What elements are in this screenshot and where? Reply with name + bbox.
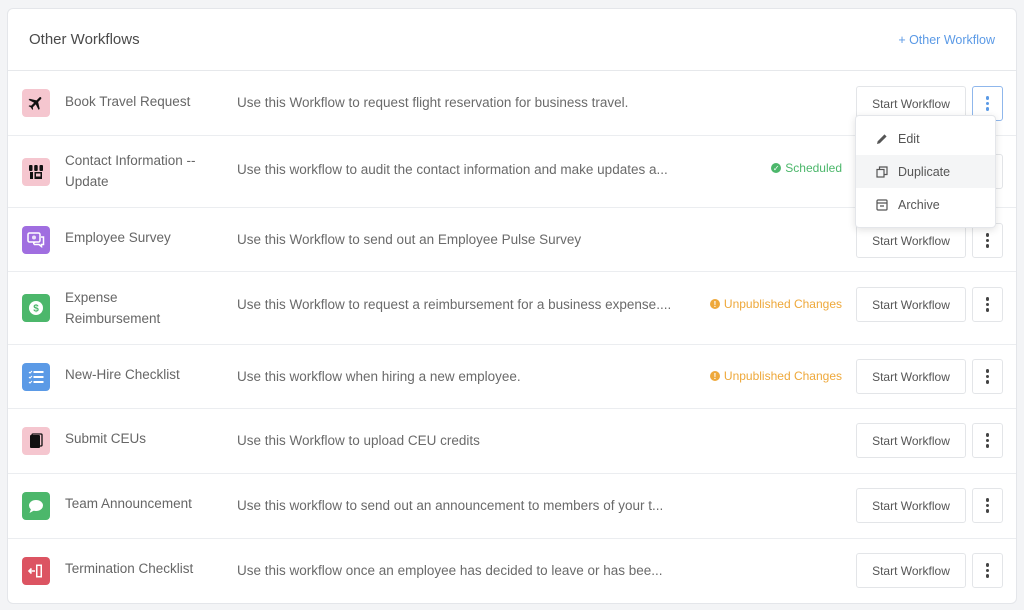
alert-circle-icon: !	[709, 371, 720, 381]
more-options-button[interactable]	[972, 287, 1003, 322]
more-dot-icon	[985, 574, 990, 578]
workflow-row: Termination Checklist Use this workflow …	[8, 539, 1016, 603]
page-title: Other Workflows	[29, 31, 140, 48]
dollar-icon: $	[22, 294, 50, 322]
workflow-name[interactable]: Submit CEUs	[65, 428, 215, 449]
workflow-description: Use this Workflow to upload CEU credits	[237, 433, 480, 448]
workflow-name[interactable]: Book Travel Request	[65, 91, 215, 112]
more-options-button[interactable]	[972, 553, 1003, 588]
more-dot-icon	[985, 498, 990, 502]
workflow-name[interactable]: Expense Reimbursement	[65, 287, 215, 329]
start-workflow-button[interactable]: Start Workflow	[856, 423, 966, 458]
more-dot-icon	[985, 509, 990, 513]
workflow-row: New-Hire Checklist Use this workflow whe…	[8, 345, 1016, 409]
more-dot-icon	[985, 444, 990, 448]
svg-text:$: $	[33, 304, 39, 315]
more-dot-icon	[985, 308, 990, 312]
workflow-name[interactable]: Employee Survey	[65, 227, 215, 248]
menu-item-label: Duplicate	[898, 164, 951, 179]
book-icon	[22, 427, 50, 455]
more-options-button[interactable]	[972, 359, 1003, 394]
more-dot-icon	[985, 563, 990, 567]
workflow-description: Use this workflow once an employee has d…	[237, 563, 663, 578]
exit-door-icon	[22, 557, 50, 585]
airplane-icon	[22, 89, 50, 117]
more-dot-icon	[985, 238, 990, 243]
workflow-name[interactable]: Team Announcement	[65, 493, 215, 514]
workflow-description: Use this Workflow to request flight rese…	[237, 95, 629, 110]
more-options-button[interactable]	[972, 488, 1003, 523]
more-dot-icon	[985, 369, 990, 373]
menu-item-edit[interactable]: Edit	[856, 122, 995, 155]
start-workflow-button[interactable]: Start Workflow	[856, 287, 966, 322]
more-dot-icon	[985, 433, 990, 437]
checklist-icon	[22, 363, 50, 391]
more-dot-icon	[985, 438, 990, 443]
more-dot-icon	[985, 503, 990, 508]
menu-item-archive[interactable]: Archive	[856, 188, 995, 221]
status-label: Scheduled	[785, 161, 842, 175]
menu-item-label: Edit	[898, 131, 920, 146]
alert-circle-icon: !	[709, 299, 720, 309]
status-label: Unpublished Changes	[723, 369, 842, 383]
more-dot-icon	[985, 380, 990, 384]
status-badge: ! Unpublished Changes	[709, 297, 842, 311]
workflow-description: Use this Workflow to send out an Employe…	[237, 232, 582, 247]
menu-item-label: Archive	[898, 197, 940, 212]
more-dot-icon	[985, 233, 990, 237]
more-dot-icon	[985, 568, 990, 573]
chat-bubbles-icon	[22, 226, 50, 254]
start-workflow-button[interactable]: Start Workflow	[856, 553, 966, 588]
pencil-icon	[876, 133, 888, 145]
status-badge: ✓ Scheduled	[771, 161, 842, 175]
workflow-row: Submit CEUs Use this Workflow to upload …	[8, 409, 1016, 474]
workflow-name[interactable]: Termination Checklist	[65, 558, 215, 579]
workflow-row: $ Expense Reimbursement Use this Workflo…	[8, 272, 1016, 345]
status-badge: ! Unpublished Changes	[709, 369, 842, 383]
menu-item-duplicate[interactable]: Duplicate	[856, 155, 995, 188]
more-dot-icon	[985, 302, 990, 307]
more-options-button[interactable]	[972, 223, 1003, 258]
duplicate-icon	[876, 165, 888, 178]
workflow-name[interactable]: Contact Information -- Update	[65, 150, 215, 192]
card-header: Other Workflows + Other Workflow	[8, 9, 1016, 71]
workflow-row: Team Announcement Use this workflow to s…	[8, 474, 1016, 539]
more-options-menu: Edit Duplicate Archive	[855, 115, 996, 228]
check-circle-icon: ✓	[771, 163, 782, 173]
speech-bubble-icon	[22, 492, 50, 520]
start-workflow-button[interactable]: Start Workflow	[856, 488, 966, 523]
start-workflow-button[interactable]: Start Workflow	[856, 359, 966, 394]
status-label: Unpublished Changes	[723, 297, 842, 311]
workflow-name[interactable]: New-Hire Checklist	[65, 364, 215, 385]
workflow-description: Use this Workflow to request a reimburse…	[237, 297, 672, 312]
storefront-icon	[22, 158, 50, 186]
more-dot-icon	[985, 101, 990, 106]
start-workflow-button[interactable]: Start Workflow	[856, 223, 966, 258]
workflow-description: Use this workflow to send out an announc…	[237, 498, 664, 513]
workflow-description: Use this workflow when hiring a new empl…	[237, 369, 521, 384]
workflow-description: Use this workflow to audit the contact i…	[237, 162, 668, 177]
more-dot-icon	[985, 244, 990, 248]
more-dot-icon	[985, 297, 990, 301]
archive-icon	[876, 198, 888, 211]
more-dot-icon	[985, 96, 990, 100]
other-workflows-card: Other Workflows + Other Workflow Book Tr…	[7, 8, 1017, 604]
more-dot-icon	[985, 107, 990, 111]
add-other-workflow-link[interactable]: + Other Workflow	[898, 33, 995, 47]
more-dot-icon	[985, 374, 990, 379]
more-options-button[interactable]	[972, 423, 1003, 458]
